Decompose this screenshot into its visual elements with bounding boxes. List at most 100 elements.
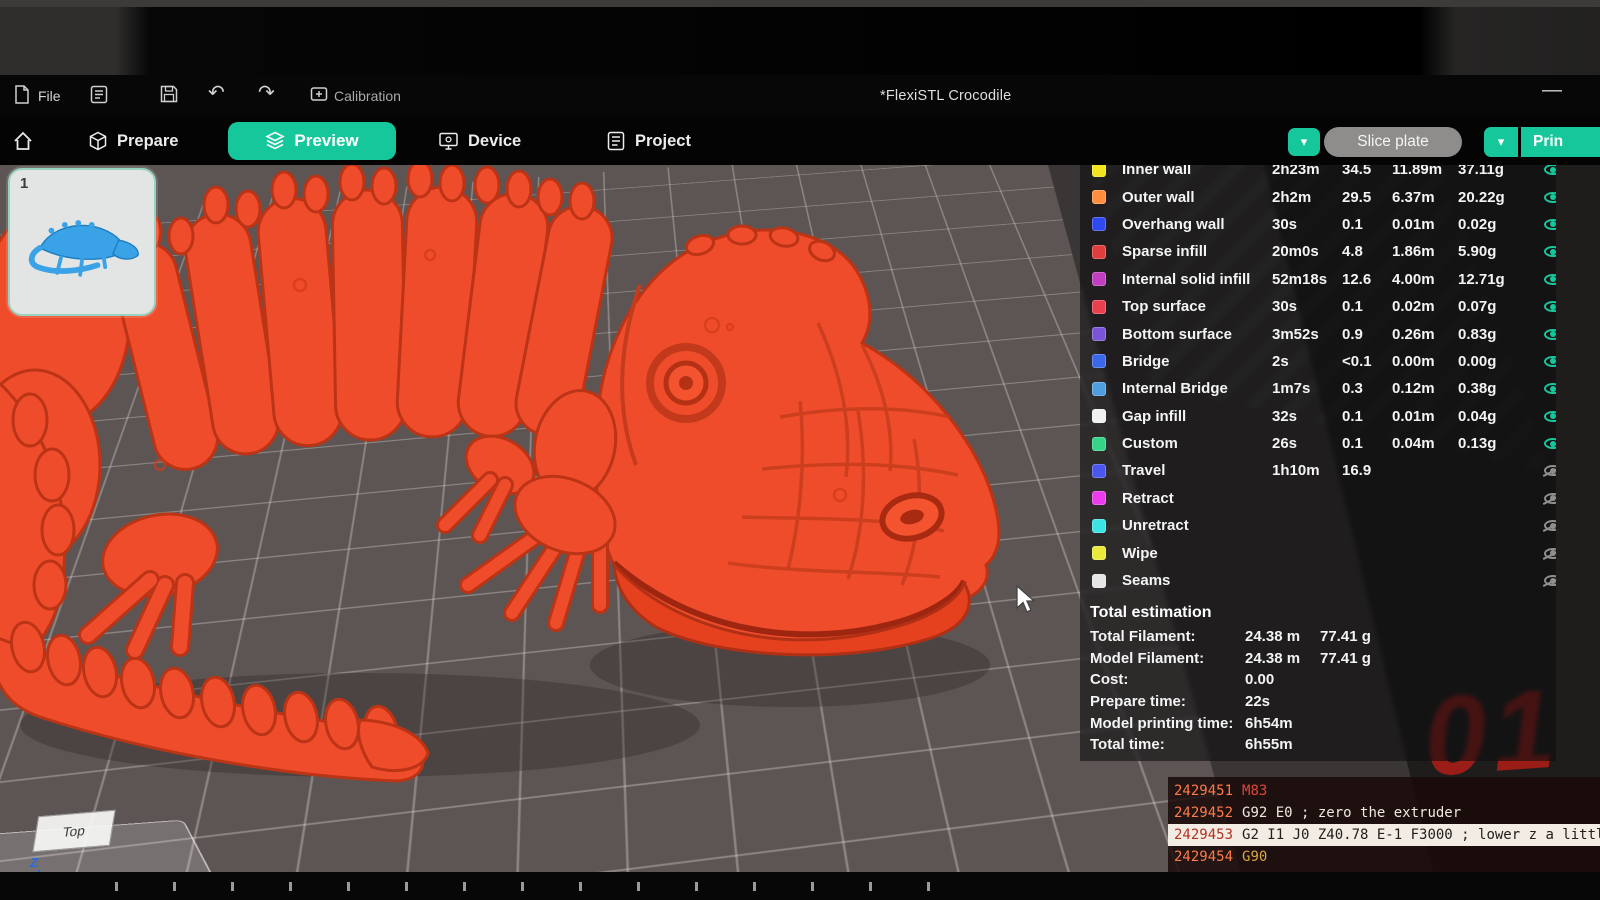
gcode-line-number: 2429453 bbox=[1174, 824, 1233, 846]
visibility-eye-off-icon[interactable] bbox=[1544, 465, 1556, 476]
feature-weight: 0.02g bbox=[1458, 216, 1536, 233]
plate-thumbnail-card[interactable]: 1 bbox=[8, 168, 156, 316]
feature-legend-table: Inner wall 2h23m 34.5 11.89m 37.11g Outer wa… bbox=[1080, 165, 1556, 594]
minimize-button[interactable]: — bbox=[1542, 79, 1562, 102]
gcode-line[interactable]: 2429451 M83 bbox=[1168, 780, 1600, 802]
feature-row: Top surface 30s 0.1 0.02m 0.07g bbox=[1080, 293, 1556, 320]
visibility-eye-icon[interactable] bbox=[1544, 274, 1556, 285]
total-value: 0.00 bbox=[1245, 671, 1274, 688]
gcode-line[interactable]: 2429454 G90 bbox=[1168, 846, 1600, 868]
viewport-3d[interactable]: 01 bbox=[0, 165, 1600, 900]
visibility-eye-off-icon[interactable] bbox=[1544, 493, 1556, 504]
feature-time: 30s bbox=[1272, 298, 1342, 315]
crocodile-model-3d[interactable] bbox=[0, 165, 1080, 900]
feature-length: 0.01m bbox=[1392, 408, 1458, 425]
visibility-eye-icon[interactable] bbox=[1544, 246, 1556, 257]
visibility-eye-icon[interactable] bbox=[1544, 411, 1556, 422]
tab-device[interactable]: Device bbox=[438, 117, 521, 165]
tab-device-label: Device bbox=[468, 132, 521, 151]
feature-time: 20m0s bbox=[1272, 243, 1342, 260]
gcode-line-number: 2429452 bbox=[1174, 802, 1233, 824]
feature-color-swatch bbox=[1092, 437, 1106, 451]
slice-options-chevron-icon[interactable]: ▾ bbox=[1288, 128, 1320, 156]
total-label: Model printing time: bbox=[1090, 715, 1233, 732]
gcode-line-number: 2429451 bbox=[1174, 780, 1233, 802]
tab-project-label: Project bbox=[635, 132, 691, 151]
feature-time: 30s bbox=[1272, 216, 1342, 233]
undo-icon[interactable]: ↶ bbox=[208, 83, 225, 103]
calibration-menu[interactable]: Calibration bbox=[334, 88, 401, 104]
notes-icon[interactable] bbox=[90, 85, 108, 104]
visibility-eye-off-icon[interactable] bbox=[1544, 575, 1556, 586]
view-cube-top[interactable]: Top bbox=[32, 810, 115, 852]
feature-color-swatch bbox=[1092, 574, 1106, 588]
tab-project[interactable]: Project bbox=[606, 117, 691, 165]
feature-length: 4.00m bbox=[1392, 271, 1458, 288]
visibility-eye-icon[interactable] bbox=[1544, 219, 1556, 230]
gcode-line-text: M83 bbox=[1242, 780, 1267, 802]
redo-icon[interactable]: ↷ bbox=[258, 83, 275, 103]
feature-color-swatch bbox=[1092, 491, 1106, 505]
visibility-eye-icon[interactable] bbox=[1544, 192, 1556, 203]
calibration-icon[interactable] bbox=[310, 85, 328, 103]
gcode-line[interactable]: 2429452 G92 E0 ; zero the extruder bbox=[1168, 802, 1600, 824]
feature-row: Sparse infill 20m0s 4.8 1.86m 5.90g bbox=[1080, 238, 1556, 265]
visibility-eye-icon[interactable] bbox=[1544, 301, 1556, 312]
feature-percent: <0.1 bbox=[1342, 353, 1392, 370]
print-button[interactable]: Prin bbox=[1521, 127, 1600, 157]
save-icon[interactable] bbox=[160, 85, 178, 103]
feature-row: Seams bbox=[1080, 567, 1556, 594]
gcode-line-text: G90 bbox=[1242, 846, 1267, 868]
feature-row: Internal solid infill 52m18s 12.6 4.00m 12.7… bbox=[1080, 266, 1556, 293]
visibility-eye-off-icon[interactable] bbox=[1544, 520, 1556, 531]
feature-color-swatch bbox=[1092, 300, 1106, 314]
visibility-eye-icon[interactable] bbox=[1544, 383, 1556, 394]
feature-name: Internal solid infill bbox=[1122, 271, 1272, 288]
total-value-2: 77.41 g bbox=[1320, 650, 1371, 667]
feature-length: 11.89m bbox=[1392, 165, 1458, 178]
feature-row: Bridge 2s <0.1 0.00m 0.00g bbox=[1080, 348, 1556, 375]
z-axis-label: Z bbox=[30, 855, 38, 870]
visibility-eye-icon[interactable] bbox=[1544, 329, 1556, 340]
visibility-eye-off-icon[interactable] bbox=[1544, 548, 1556, 559]
feature-weight: 5.90g bbox=[1458, 243, 1536, 260]
feature-name: Gap infill bbox=[1122, 408, 1272, 425]
feature-weight: 0.83g bbox=[1458, 326, 1536, 343]
feature-name: Unretract bbox=[1122, 517, 1272, 534]
file-icon[interactable] bbox=[14, 85, 30, 104]
feature-weight: 0.04g bbox=[1458, 408, 1536, 425]
home-icon[interactable] bbox=[12, 130, 34, 152]
feature-color-swatch bbox=[1092, 327, 1106, 341]
layer-slider-bar[interactable] bbox=[0, 872, 1600, 900]
visibility-eye-icon[interactable] bbox=[1544, 438, 1556, 449]
feature-name: Outer wall bbox=[1122, 189, 1272, 206]
gcode-line-selected[interactable]: 2429453 G2 I1 J0 Z40.78 E-1 F3000 ; lower… bbox=[1168, 824, 1600, 846]
file-menu[interactable]: File bbox=[38, 88, 61, 104]
feature-color-swatch bbox=[1092, 519, 1106, 533]
feature-row: Travel 1h10m 16.9 bbox=[1080, 457, 1556, 484]
feature-length: 1.86m bbox=[1392, 243, 1458, 260]
feature-percent: 12.6 bbox=[1342, 271, 1392, 288]
feature-row: Internal Bridge 1m7s 0.3 0.12m 0.38g bbox=[1080, 375, 1556, 402]
visibility-eye-icon[interactable] bbox=[1544, 356, 1556, 367]
tab-preview[interactable]: Preview bbox=[228, 122, 396, 160]
total-label: Cost: bbox=[1090, 671, 1128, 688]
feature-color-swatch bbox=[1092, 354, 1106, 368]
feature-length: 0.26m bbox=[1392, 326, 1458, 343]
feature-row: Wipe bbox=[1080, 539, 1556, 566]
feature-length: 0.01m bbox=[1392, 216, 1458, 233]
feature-row: Gap infill 32s 0.1 0.01m 0.04g bbox=[1080, 403, 1556, 430]
total-label: Total time: bbox=[1090, 736, 1165, 753]
feature-name: Custom bbox=[1122, 435, 1272, 452]
feature-name: Overhang wall bbox=[1122, 216, 1272, 233]
feature-time: 32s bbox=[1272, 408, 1342, 425]
feature-length: 0.00m bbox=[1392, 353, 1458, 370]
print-options-chevron-icon[interactable]: ▾ bbox=[1484, 127, 1518, 157]
feature-name: Top surface bbox=[1122, 298, 1272, 315]
visibility-eye-icon[interactable] bbox=[1544, 165, 1556, 175]
feature-name: Inner wall bbox=[1122, 165, 1272, 178]
tab-prepare[interactable]: Prepare bbox=[88, 117, 178, 165]
slice-plate-button[interactable]: Slice plate bbox=[1324, 127, 1462, 157]
total-value: 24.38 m bbox=[1245, 650, 1300, 667]
feature-time: 52m18s bbox=[1272, 271, 1342, 288]
